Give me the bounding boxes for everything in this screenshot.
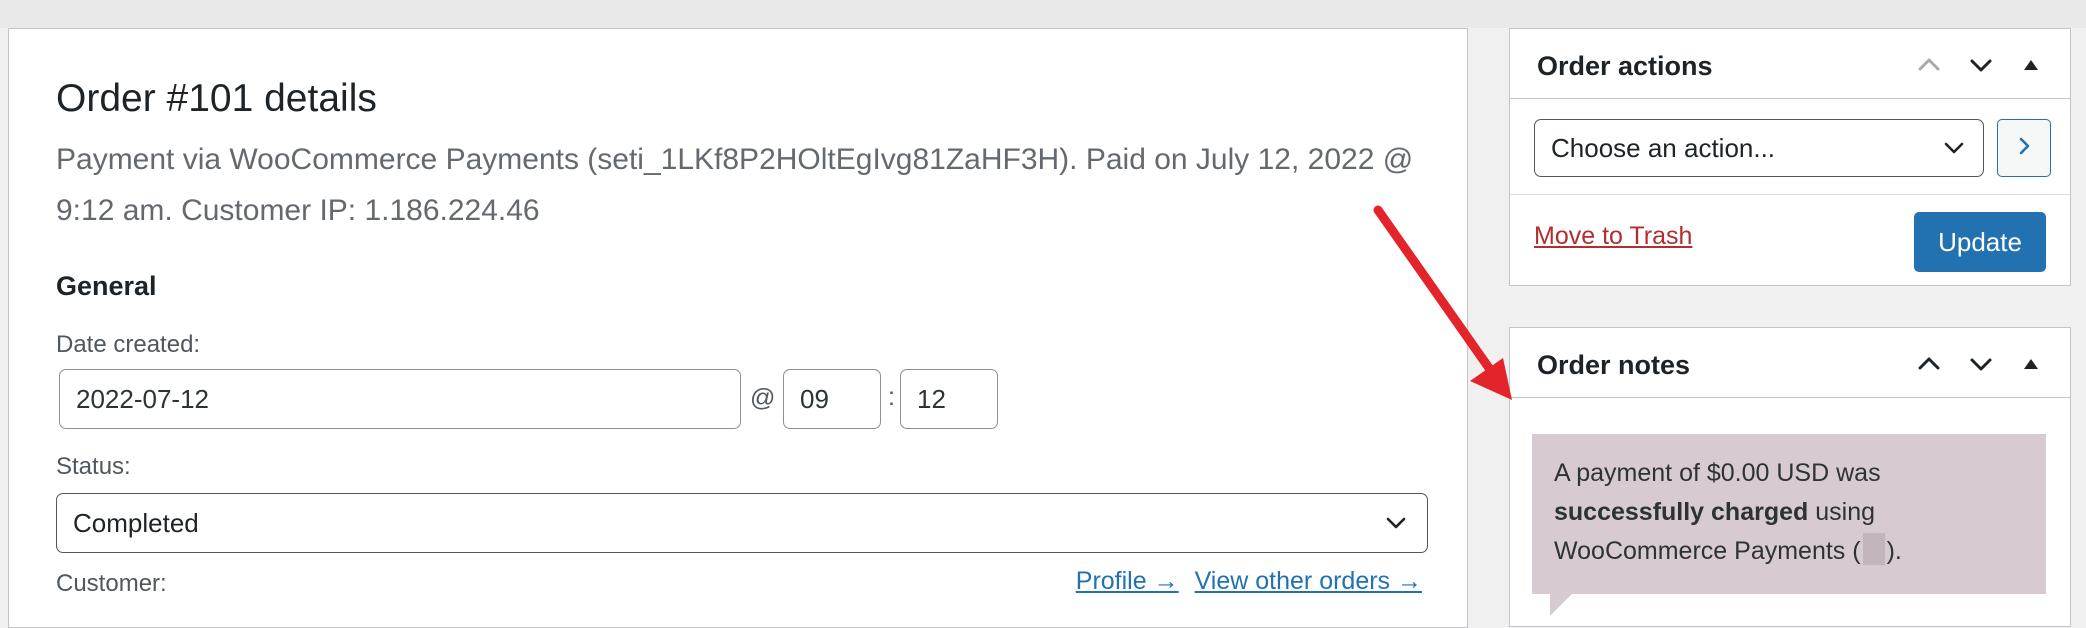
status-label: Status: [56,453,131,480]
chevron-up-icon[interactable] [1912,348,1946,380]
order-actions-box: Order actions Choose an action... Move t… [1509,28,2071,286]
order-actions-divider [1510,194,2070,195]
chevron-up-icon[interactable] [1912,49,1946,81]
note-text-3: ). [1886,537,1902,565]
at-separator: @ [750,384,776,412]
customer-label: Customer: [56,570,167,597]
order-payment-meta: Payment via WooCommerce Payments (seti_1… [56,143,1414,227]
chevron-down-icon [1941,135,1967,168]
order-actions-header: Order actions [1510,29,2070,99]
chevron-down-icon [1383,510,1409,543]
note-tail [1550,594,1572,616]
colon-separator: : [888,383,895,411]
move-to-trash-link[interactable]: Move to Trash [1534,222,1692,251]
redacted-block [1862,533,1885,565]
general-heading: General [56,271,157,301]
order-action-select-value: Choose an action... [1551,132,1776,163]
order-actions-title: Order actions [1537,51,1713,81]
apply-action-button[interactable] [1997,119,2051,177]
profile-link[interactable]: Profile → [1076,567,1179,596]
minute-input[interactable] [900,369,998,429]
date-created-input[interactable] [59,369,741,429]
note-text-1: A payment of $0.00 USD was [1554,459,1881,487]
view-other-orders-link[interactable]: View other orders → [1195,567,1422,596]
order-data-panel: Order #101 details Payment via WooCommer… [8,28,1468,628]
status-select-value: Completed [73,507,199,538]
update-button[interactable]: Update [1914,212,2046,272]
hour-input[interactable] [783,369,881,429]
chevron-down-icon[interactable] [1964,348,1998,380]
status-select[interactable]: Completed [56,493,1428,553]
order-notes-box: Order notes A payment of $0.00 USD was s… [1509,327,2071,627]
triangle-up-icon[interactable] [2014,348,2048,380]
customer-links: Profile → View other orders → [1076,567,1422,596]
date-created-label: Date created: [56,331,201,358]
order-notes-header: Order notes [1510,328,2070,398]
order-note: A payment of $0.00 USD was successfully … [1532,434,2046,594]
order-title: Order #101 details [56,77,377,120]
triangle-up-icon[interactable] [2014,49,2048,81]
order-notes-title: Order notes [1537,350,1691,380]
chevron-right-icon [2012,134,2036,163]
top-strip [0,0,2086,28]
order-action-select[interactable]: Choose an action... [1534,119,1984,177]
chevron-down-icon[interactable] [1964,49,1998,81]
note-text-bold: successfully charged [1554,498,1809,526]
